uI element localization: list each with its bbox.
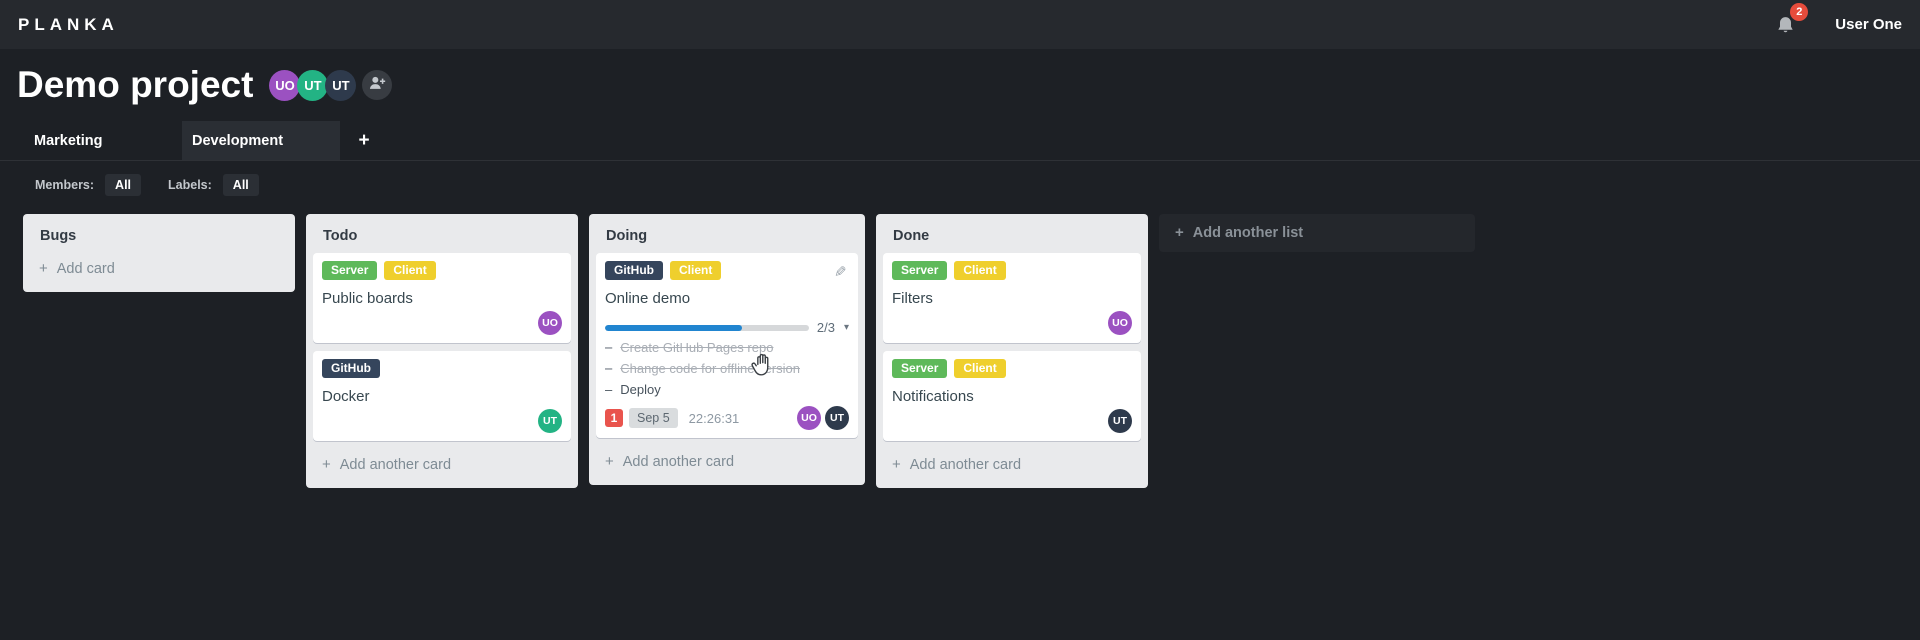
- members-filter-label: Members:: [35, 178, 95, 192]
- plus-icon: +: [892, 456, 901, 473]
- app-logo[interactable]: PLANKA: [18, 15, 119, 35]
- add-card-button[interactable]: + Add card: [23, 253, 295, 287]
- card-public-boards[interactable]: Server Client Public boards UO: [313, 253, 571, 343]
- list-title[interactable]: Doing: [589, 214, 865, 253]
- avatar[interactable]: UT: [325, 69, 357, 101]
- add-board-button[interactable]: +: [352, 121, 376, 160]
- list-title[interactable]: Done: [876, 214, 1148, 253]
- card-title: Online demo: [605, 290, 691, 307]
- avatar: UO: [1108, 311, 1132, 335]
- card-notifications[interactable]: Server Client Notifications UT: [883, 351, 1141, 441]
- task-item: – Deploy: [605, 382, 661, 397]
- card-members: UO: [892, 311, 1132, 335]
- tab-marketing[interactable]: Marketing: [24, 121, 182, 160]
- card-members: UO: [322, 311, 562, 335]
- members-filter-value[interactable]: All: [105, 174, 142, 196]
- plus-icon: +: [1175, 224, 1184, 241]
- plus-icon: +: [605, 453, 614, 470]
- list-todo: Todo Server Client Public boards UO GitH…: [306, 214, 578, 488]
- stopwatch[interactable]: 22:26:31: [689, 411, 740, 426]
- user-menu[interactable]: User One: [1835, 16, 1902, 33]
- project-members: UO UT UT: [269, 69, 393, 101]
- dash-icon: –: [605, 340, 613, 355]
- project-title[interactable]: Demo project: [17, 64, 253, 106]
- card-members: UT: [892, 409, 1132, 433]
- card-footer: 1 Sep 5 22:26:31 UO UT: [605, 406, 849, 430]
- label-chip: Server: [892, 359, 948, 378]
- card-title: Docker: [322, 388, 370, 405]
- top-bar: PLANKA 2 User One: [0, 0, 1920, 49]
- card-filters[interactable]: Server Client Filters UO: [883, 253, 1141, 343]
- notification-count-badge: 2: [1790, 2, 1809, 21]
- plus-icon: +: [39, 260, 48, 277]
- card-labels: Server Client: [892, 261, 1132, 280]
- add-member-button[interactable]: [362, 70, 393, 100]
- list-done: Done Server Client Filters UO Server Cli…: [876, 214, 1148, 488]
- avatar: UO: [538, 311, 562, 335]
- bell-icon: [1775, 16, 1796, 41]
- progress-label: 2/3: [816, 320, 835, 335]
- label-chip: Server: [892, 261, 948, 280]
- add-another-card-button[interactable]: + Add another card: [589, 446, 865, 480]
- card-title: Filters: [892, 290, 933, 307]
- board: Bugs + Add card Todo Server Client Publi…: [0, 214, 1920, 488]
- card-labels: GitHub: [322, 359, 562, 378]
- project-header: Demo project UO UT UT: [17, 59, 1920, 111]
- due-date-badge: Sep 5: [629, 408, 678, 428]
- card-title: Public boards: [322, 290, 413, 307]
- card-online-demo[interactable]: ✎ GitHub Client Online demo 2/3 ▾ – Crea…: [596, 253, 858, 438]
- task-item: – Change code for offline version: [605, 361, 800, 376]
- list-bugs: Bugs + Add card: [23, 214, 295, 292]
- avatar: UO: [797, 406, 821, 430]
- edit-card-icon[interactable]: ✎: [834, 263, 847, 281]
- progress-bar: [605, 324, 809, 331]
- label-chip: Client: [670, 261, 722, 280]
- avatar: UT: [1108, 409, 1132, 433]
- dash-icon: –: [605, 382, 613, 397]
- add-another-card-button[interactable]: + Add another card: [876, 449, 1148, 483]
- progress-fill: [605, 324, 742, 331]
- labels-filter-label: Labels:: [168, 178, 212, 192]
- labels-filter-value[interactable]: All: [222, 174, 259, 196]
- label-chip: GitHub: [322, 359, 380, 378]
- label-chip: GitHub: [605, 261, 663, 280]
- task-item: – Create GitHub Pages repo: [605, 340, 774, 355]
- plus-icon: +: [322, 456, 331, 473]
- add-another-card-button[interactable]: + Add another card: [306, 449, 578, 483]
- filter-bar: Members: All Labels: All: [35, 174, 1920, 196]
- add-another-list-button[interactable]: + Add another list: [1159, 214, 1475, 252]
- card-members: UT: [322, 409, 562, 433]
- list-title[interactable]: Todo: [306, 214, 578, 253]
- person-plus-icon: [367, 73, 387, 98]
- avatar[interactable]: UO: [269, 69, 301, 101]
- label-chip: Client: [384, 261, 436, 280]
- label-chip: Client: [954, 261, 1006, 280]
- tab-development[interactable]: Development: [182, 121, 340, 160]
- label-chip: Client: [954, 359, 1006, 378]
- top-bar-right: 2 User One: [1775, 2, 1904, 37]
- card-labels: Server Client: [322, 261, 562, 280]
- card-labels: GitHub Client: [605, 261, 849, 280]
- notifications-button[interactable]: 2: [1775, 2, 1809, 37]
- tasks-progress: 2/3 ▾: [605, 320, 849, 335]
- avatar: UT: [538, 409, 562, 433]
- list-doing: Doing ✎ GitHub Client Online demo 2/3 ▾ …: [589, 214, 865, 485]
- avatar[interactable]: UT: [297, 69, 329, 101]
- chevron-down-icon[interactable]: ▾: [843, 322, 849, 333]
- label-chip: Server: [322, 261, 378, 280]
- avatar: UT: [825, 406, 849, 430]
- card-docker[interactable]: GitHub Docker UT: [313, 351, 571, 441]
- card-notification-badge: 1: [605, 409, 623, 427]
- card-labels: Server Client: [892, 359, 1132, 378]
- dash-icon: –: [605, 361, 613, 376]
- card-title: Notifications: [892, 388, 974, 405]
- board-tabs: Marketing Development +: [0, 121, 1920, 161]
- list-title[interactable]: Bugs: [23, 214, 295, 253]
